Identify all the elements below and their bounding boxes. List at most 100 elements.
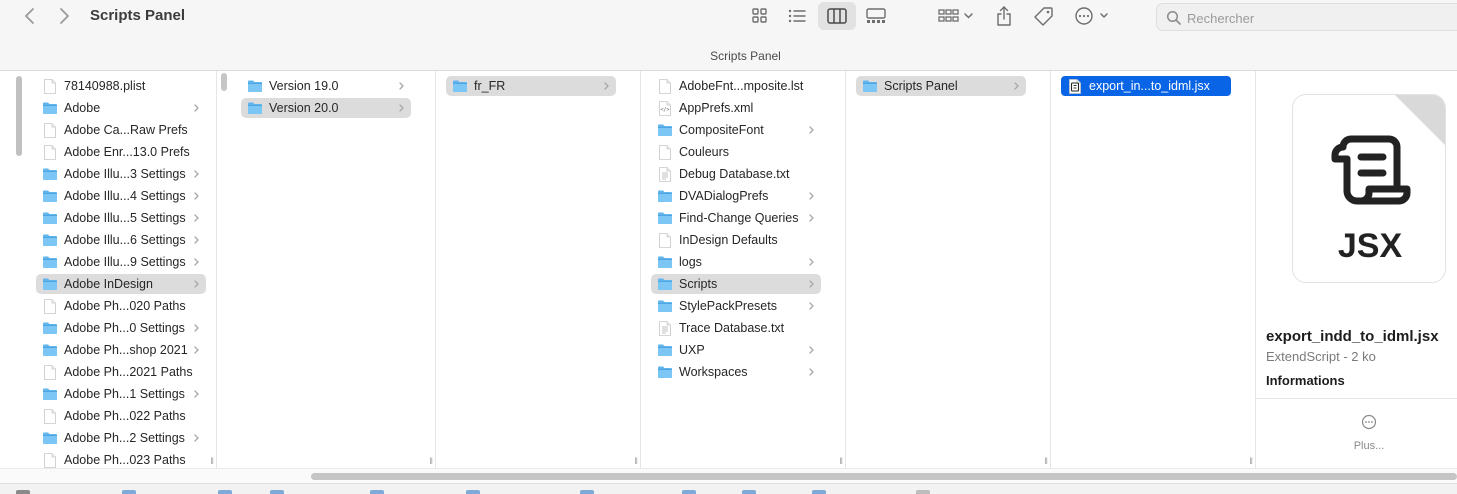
folder-item[interactable]: Adobe Ph...1 Settings: [36, 384, 206, 404]
file-item[interactable]: Adobe Ph...2021 Paths: [36, 362, 206, 382]
column-resize-handle[interactable]: ǁ: [839, 456, 843, 466]
list-view-icon: [788, 9, 806, 23]
folder-item[interactable]: Adobe Illu...6 Settings: [36, 230, 206, 250]
folder-item[interactable]: Version 19.0: [241, 76, 411, 96]
gallery-view-button[interactable]: [862, 2, 890, 30]
folder-item[interactable]: fr_FR: [446, 76, 616, 96]
file-item[interactable]: Adobe Ph...023 Paths: [36, 450, 206, 468]
forward-button[interactable]: [51, 4, 77, 28]
column-indesign-prefs[interactable]: ǁ AdobeFnt...mposite.lst </> AppPrefs.xml Co…: [641, 71, 846, 468]
item-label: Adobe Ph...1 Settings: [64, 387, 185, 401]
column-resize-handle[interactable]: ǁ: [1044, 456, 1048, 466]
folder-item[interactable]: CompositeFont: [651, 120, 821, 140]
preview-pane: JSX export_indd_to_idml.jsx ExtendScript…: [1256, 71, 1457, 468]
file-item[interactable]: Couleurs: [651, 142, 821, 162]
file-item[interactable]: </> AppPrefs.xml: [651, 98, 821, 118]
chevron-right-icon: [194, 192, 199, 200]
column-library[interactable]: ǁ 78140988.plist Adobe Adobe Ca...Raw Prefs…: [0, 71, 217, 468]
file-item[interactable]: InDesign Defaults: [651, 230, 821, 250]
folder-item[interactable]: Scripts: [651, 274, 821, 294]
jsx-icon-label: JSX: [1337, 227, 1403, 265]
folder-icon: [43, 212, 57, 224]
folder-icon: [658, 278, 672, 290]
column-scripts[interactable]: ǁ Scripts Panel: [846, 71, 1051, 468]
folder-icon: [248, 80, 262, 92]
folder-item[interactable]: DVADialogPrefs: [651, 186, 821, 206]
icon-view-button[interactable]: [746, 2, 774, 30]
file-item[interactable]: Debug Database.txt: [651, 164, 821, 184]
back-button[interactable]: [17, 4, 43, 28]
preview-file-name: export_indd_to_idml.jsx: [1266, 328, 1439, 345]
file-item[interactable]: export_in...to_idml.jsx: [1061, 76, 1231, 96]
folder-item[interactable]: Adobe Illu...3 Settings: [36, 164, 206, 184]
search-input[interactable]: [1187, 8, 1437, 28]
folder-item[interactable]: Find-Change Queries: [651, 208, 821, 228]
search-field[interactable]: [1156, 3, 1457, 31]
file-item[interactable]: Adobe Enr...13.0 Prefs: [36, 142, 206, 162]
folder-item[interactable]: Adobe Ph...0 Settings: [36, 318, 206, 338]
folder-item[interactable]: UXP: [651, 340, 821, 360]
path-bar-icon[interactable]: [916, 490, 930, 494]
file-item[interactable]: Adobe Ca...Raw Prefs: [36, 120, 206, 140]
item-label: Trace Database.txt: [679, 321, 785, 335]
folder-item[interactable]: Scripts Panel: [856, 76, 1026, 96]
more-actions-button[interactable]: [1072, 2, 1112, 30]
column-scripts-panel[interactable]: ǁ export_in...to_idml.jsx: [1051, 71, 1256, 468]
horizontal-scroll-thumb[interactable]: [311, 473, 1457, 480]
path-bar-icon[interactable]: [16, 490, 30, 494]
folder-icon: [43, 344, 57, 356]
file-item[interactable]: 78140988.plist: [36, 76, 206, 96]
chevron-right-icon: [809, 368, 814, 376]
path-bar-icon[interactable]: [742, 490, 756, 494]
ellipsis-circle-icon: [1361, 414, 1377, 430]
group-by-button[interactable]: [936, 2, 976, 30]
versions-scrollbar[interactable]: [221, 73, 227, 91]
file-item[interactable]: Trace Database.txt: [651, 318, 821, 338]
column-resize-handle[interactable]: ǁ: [634, 456, 638, 466]
list-view-button[interactable]: [783, 2, 811, 30]
folder-item[interactable]: Workspaces: [651, 362, 821, 382]
share-icon: [997, 6, 1011, 26]
svg-text:</>: </>: [660, 107, 669, 113]
column-resize-handle[interactable]: ǁ: [1249, 456, 1253, 466]
horizontal-scrollbar[interactable]: [0, 468, 1457, 483]
item-label: Adobe Illu...9 Settings: [64, 255, 186, 269]
file-item[interactable]: AdobeFnt...mposite.lst: [651, 76, 821, 96]
folder-item[interactable]: Adobe Illu...5 Settings: [36, 208, 206, 228]
folder-item[interactable]: Adobe Ph...2 Settings: [36, 428, 206, 448]
file-item[interactable]: Adobe Ph...020 Paths: [36, 296, 206, 316]
folder-icon: [43, 278, 57, 290]
path-bar-icon[interactable]: [122, 490, 136, 494]
column-resize-handle[interactable]: ǁ: [429, 456, 433, 466]
column-locales[interactable]: ǁ fr_FR: [436, 71, 641, 468]
chevron-right-icon: [809, 126, 814, 134]
column-view-button[interactable]: [818, 2, 856, 30]
share-button[interactable]: [991, 2, 1017, 30]
column-versions[interactable]: ǁ Version 19.0 Version 20.0: [231, 71, 436, 468]
chevron-left-icon: [25, 8, 34, 24]
folder-item[interactable]: Adobe: [36, 98, 206, 118]
path-bar-icon[interactable]: [218, 490, 232, 494]
path-bar-icon[interactable]: [812, 490, 826, 494]
folder-item[interactable]: Adobe Ph...shop 2021: [36, 340, 206, 360]
folder-item[interactable]: StylePackPresets: [651, 296, 821, 316]
folder-item[interactable]: Version 20.0: [241, 98, 411, 118]
file-item[interactable]: Adobe Ph...022 Paths: [36, 406, 206, 426]
path-bar-icon[interactable]: [370, 490, 384, 494]
path-bar-icon[interactable]: [466, 490, 480, 494]
item-label: Adobe Ph...2 Settings: [64, 431, 185, 445]
item-label: Adobe Ph...022 Paths: [64, 409, 186, 423]
folder-item[interactable]: logs: [651, 252, 821, 272]
path-bar-icon[interactable]: [270, 490, 284, 494]
jsx-file-icon: [1069, 78, 1081, 94]
library-scrollbar[interactable]: [16, 76, 22, 156]
path-bar-icon[interactable]: [682, 490, 696, 494]
path-bar-icon[interactable]: [580, 490, 594, 494]
more-button[interactable]: Plus...: [1341, 414, 1397, 459]
folder-item[interactable]: Adobe InDesign: [36, 274, 206, 294]
tag-button[interactable]: [1031, 2, 1057, 30]
folder-item[interactable]: Adobe Illu...4 Settings: [36, 186, 206, 206]
column-resize-handle[interactable]: ǁ: [210, 456, 214, 466]
folder-item[interactable]: Adobe Illu...9 Settings: [36, 252, 206, 272]
more-label: Plus...: [1353, 440, 1385, 452]
